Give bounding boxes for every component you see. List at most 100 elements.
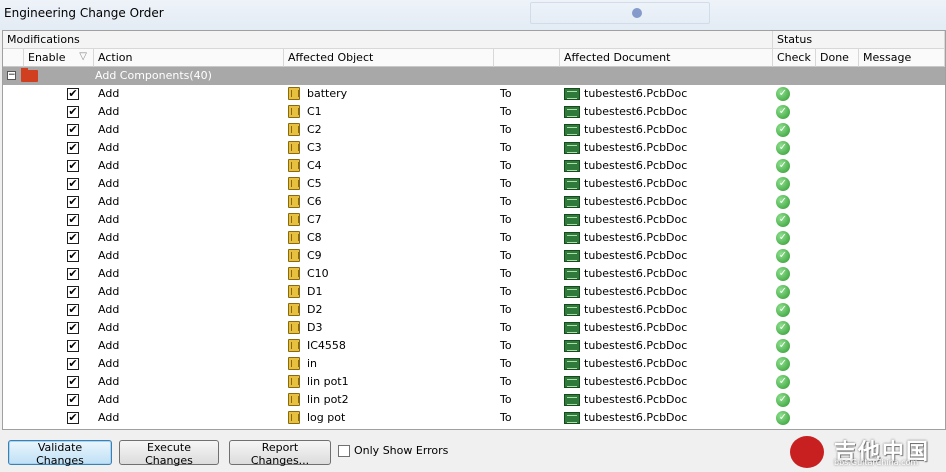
table-row[interactable]: ✔ Add C4 To tubestest6.PcbDoc ✓ <box>3 157 945 175</box>
table-row[interactable]: ✔ Add D3 To tubestest6.PcbDoc ✓ <box>3 319 945 337</box>
table-row[interactable]: ✔ Add C2 To tubestest6.PcbDoc ✓ <box>3 121 945 139</box>
enable-checkbox[interactable]: ✔ <box>67 232 79 244</box>
affected-document-cell: tubestest6.PcbDoc <box>584 267 688 280</box>
group-row-add-components[interactable]: − Add Components(40) <box>3 67 945 85</box>
table-row[interactable]: ✔ Add lin pot2 To tubestest6.PcbDoc ✓ <box>3 391 945 409</box>
pcb-document-icon <box>564 412 580 424</box>
enable-checkbox[interactable]: ✔ <box>67 88 79 100</box>
table-row[interactable]: ✔ Add C3 To tubestest6.PcbDoc ✓ <box>3 139 945 157</box>
affected-object-cell: C7 <box>307 213 322 226</box>
column-header-affected-object-label: Affected Object <box>288 51 374 64</box>
enable-checkbox[interactable]: ✔ <box>67 376 79 388</box>
enable-checkbox[interactable]: ✔ <box>67 268 79 280</box>
table-row[interactable]: ✔ Add D1 To tubestest6.PcbDoc ✓ <box>3 283 945 301</box>
enable-checkbox[interactable]: ✔ <box>67 196 79 208</box>
pcb-document-icon <box>564 304 580 316</box>
component-icon <box>288 267 300 280</box>
affected-document-cell: tubestest6.PcbDoc <box>584 249 688 262</box>
to-cell: To <box>500 213 512 226</box>
action-cell: Add <box>98 285 120 298</box>
check-ok-icon: ✓ <box>776 321 790 335</box>
enable-checkbox[interactable]: ✔ <box>67 340 79 352</box>
table-row[interactable]: ✔ Add C8 To tubestest6.PcbDoc ✓ <box>3 229 945 247</box>
table-row[interactable]: ✔ Add in To tubestest6.PcbDoc ✓ <box>3 355 945 373</box>
enable-checkbox[interactable]: ✔ <box>67 286 79 298</box>
enable-checkbox[interactable]: ✔ <box>67 214 79 226</box>
sort-filter-icon[interactable]: ▽ <box>79 51 87 62</box>
enable-checkbox[interactable]: ✔ <box>67 322 79 334</box>
enable-checkbox[interactable]: ✔ <box>67 142 79 154</box>
affected-document-cell: tubestest6.PcbDoc <box>584 159 688 172</box>
check-ok-icon: ✓ <box>776 141 790 155</box>
enable-checkbox[interactable]: ✔ <box>67 394 79 406</box>
to-cell: To <box>500 177 512 190</box>
component-icon <box>288 105 300 118</box>
check-ok-icon: ✓ <box>776 177 790 191</box>
pcb-document-icon <box>564 340 580 352</box>
enable-checkbox[interactable]: ✔ <box>67 304 79 316</box>
check-ok-icon: ✓ <box>776 375 790 389</box>
enable-checkbox[interactable]: ✔ <box>67 412 79 424</box>
to-cell: To <box>500 285 512 298</box>
column-header-done[interactable]: Done <box>816 49 859 67</box>
table-row[interactable]: ✔ Add D2 To tubestest6.PcbDoc ✓ <box>3 301 945 319</box>
affected-document-cell: tubestest6.PcbDoc <box>584 375 688 388</box>
table-row[interactable]: ✔ Add C6 To tubestest6.PcbDoc ✓ <box>3 193 945 211</box>
affected-document-cell: tubestest6.PcbDoc <box>584 195 688 208</box>
table-row[interactable]: ✔ Add C10 To tubestest6.PcbDoc ✓ <box>3 265 945 283</box>
pcb-document-icon <box>564 268 580 280</box>
affected-object-cell: lin pot1 <box>307 375 349 388</box>
action-cell: Add <box>98 141 120 154</box>
enable-checkbox[interactable]: ✔ <box>67 106 79 118</box>
component-icon <box>288 141 300 154</box>
column-header-check[interactable]: Check <box>773 49 816 67</box>
enable-checkbox[interactable]: ✔ <box>67 178 79 190</box>
column-header-action-label: Action <box>98 51 133 64</box>
column-header-affected-object[interactable]: Affected Object <box>284 49 494 67</box>
enable-checkbox[interactable]: ✔ <box>67 358 79 370</box>
check-ok-icon: ✓ <box>776 123 790 137</box>
table-row[interactable]: ✔ Add battery To tubestest6.PcbDoc ✓ <box>3 85 945 103</box>
to-cell: To <box>500 411 512 424</box>
collapse-icon[interactable]: − <box>7 71 16 80</box>
table-row[interactable]: ✔ Add C9 To tubestest6.PcbDoc ✓ <box>3 247 945 265</box>
execute-changes-button[interactable]: Execute Changes <box>119 440 219 467</box>
affected-document-cell: tubestest6.PcbDoc <box>584 213 688 226</box>
table-row[interactable]: ✔ Add lin pot1 To tubestest6.PcbDoc ✓ <box>3 373 945 391</box>
action-cell: Add <box>98 339 120 352</box>
affected-object-cell: C4 <box>307 159 322 172</box>
component-icon <box>288 159 300 172</box>
component-icon <box>288 393 300 406</box>
group-header-modifications: Modifications <box>3 31 773 49</box>
report-changes-button[interactable]: Report Changes... <box>229 440 331 467</box>
column-header-action[interactable]: Action <box>94 49 284 67</box>
affected-object-cell: D3 <box>307 321 323 334</box>
pcb-document-icon <box>564 124 580 136</box>
affected-object-cell: C10 <box>307 267 329 280</box>
to-cell: To <box>500 339 512 352</box>
table-row[interactable]: ✔ Add C7 To tubestest6.PcbDoc ✓ <box>3 211 945 229</box>
to-cell: To <box>500 393 512 406</box>
table-row[interactable]: ✔ Add C5 To tubestest6.PcbDoc ✓ <box>3 175 945 193</box>
component-icon <box>288 285 300 298</box>
action-cell: Add <box>98 249 120 262</box>
action-cell: Add <box>98 105 120 118</box>
enable-checkbox[interactable]: ✔ <box>67 124 79 136</box>
affected-object-cell: lin pot2 <box>307 393 349 406</box>
background-decoration-dot <box>632 8 642 18</box>
enable-checkbox[interactable]: ✔ <box>67 250 79 262</box>
validate-changes-button[interactable]: Validate Changes <box>8 440 112 467</box>
window-title: Engineering Change Order <box>4 6 164 20</box>
check-ok-icon: ✓ <box>776 195 790 209</box>
table-row[interactable]: ✔ Add C1 To tubestest6.PcbDoc ✓ <box>3 103 945 121</box>
change-order-grid[interactable]: Modifications Status Enable ▽ Action Aff… <box>2 30 946 430</box>
column-header-enable[interactable]: Enable ▽ <box>24 49 94 67</box>
only-show-errors-box[interactable] <box>338 445 350 457</box>
enable-checkbox[interactable]: ✔ <box>67 160 79 172</box>
column-header-to[interactable] <box>494 49 560 67</box>
table-row[interactable]: ✔ Add log pot To tubestest6.PcbDoc ✓ <box>3 409 945 427</box>
column-header-enable-label: Enable <box>28 51 66 64</box>
table-row[interactable]: ✔ Add IC4558 To tubestest6.PcbDoc ✓ <box>3 337 945 355</box>
column-header-message[interactable]: Message <box>859 49 945 67</box>
column-header-affected-document[interactable]: Affected Document <box>560 49 773 67</box>
